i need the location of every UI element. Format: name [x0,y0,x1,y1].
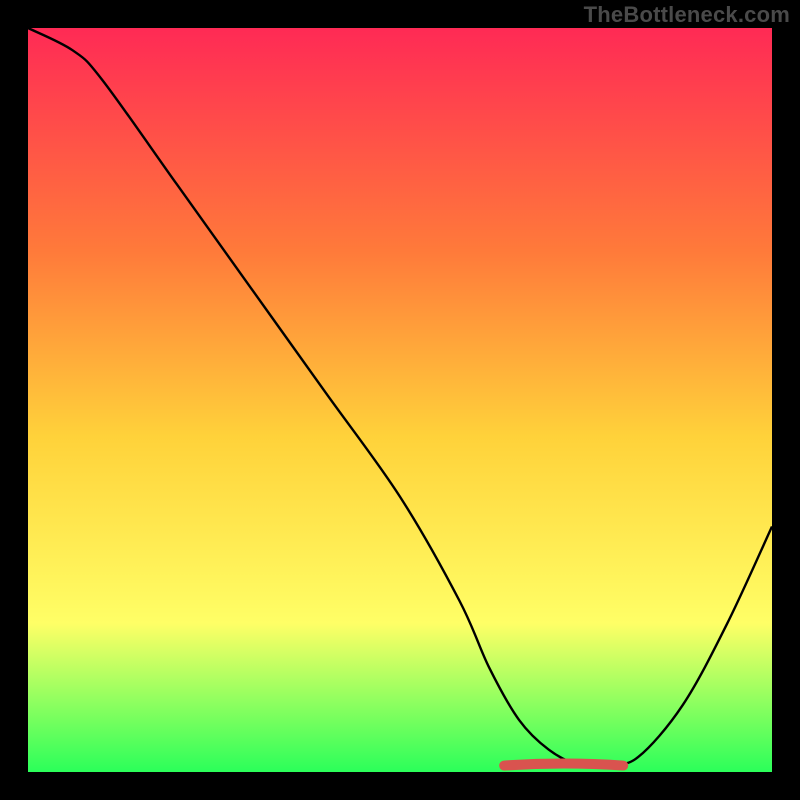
optimal-range-marker [504,764,623,766]
plot-background [28,28,772,772]
chart-frame: { "watermark": "TheBottleneck.com", "col… [0,0,800,800]
bottleneck-chart [0,0,800,800]
watermark-text: TheBottleneck.com [584,2,790,28]
